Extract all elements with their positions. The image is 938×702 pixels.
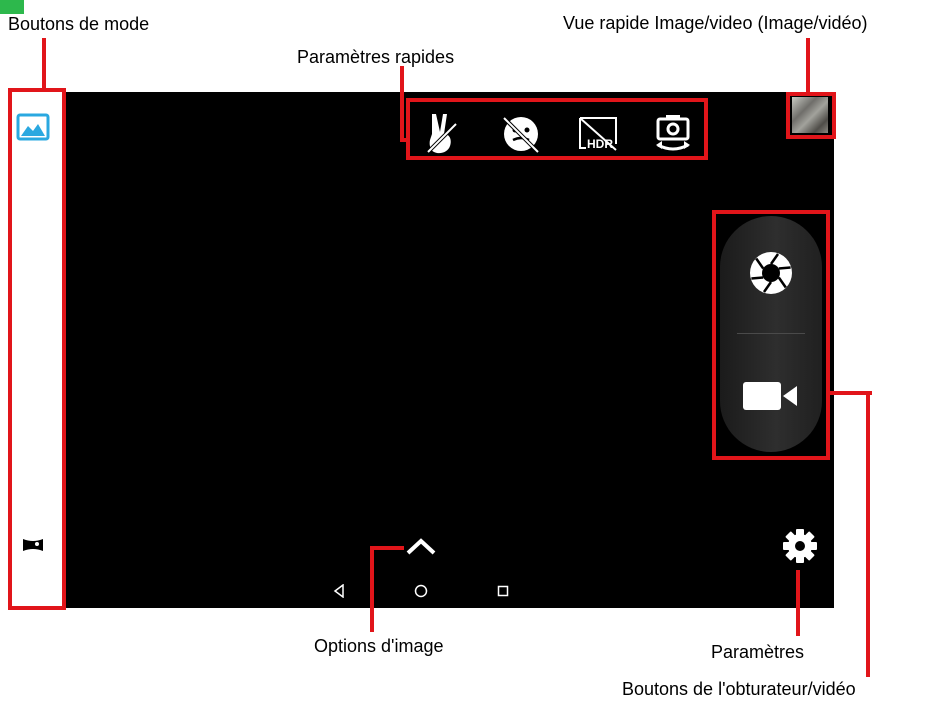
green-corner-decoration bbox=[0, 0, 24, 14]
annotation-box-quick-settings bbox=[406, 98, 708, 160]
annotation-line-image-options-v bbox=[370, 546, 374, 632]
chevron-up-icon[interactable] bbox=[404, 536, 438, 556]
annotation-line-shutter-video-v bbox=[866, 391, 870, 677]
back-icon[interactable] bbox=[333, 584, 345, 598]
gear-icon[interactable] bbox=[782, 528, 818, 564]
annotation-line-settings bbox=[796, 570, 800, 636]
label-mode-buttons: Boutons de mode bbox=[8, 14, 150, 34]
label-quick-view: Vue rapide Image/video (Image/vidéo) bbox=[563, 13, 868, 33]
annotation-line-quick-settings-v bbox=[400, 66, 404, 142]
label-shutter-video: Boutons de l'obturateur/vidéo bbox=[622, 679, 856, 699]
annotation-line-image-options-h bbox=[370, 546, 404, 550]
home-icon[interactable] bbox=[414, 584, 428, 598]
annotation-line-quick-settings-h bbox=[400, 138, 410, 142]
recents-icon[interactable] bbox=[497, 585, 509, 597]
label-quick-settings: Paramètres rapides bbox=[297, 47, 455, 67]
annotation-box-quick-view bbox=[786, 92, 836, 139]
annotation-box-mode-buttons bbox=[8, 88, 66, 610]
label-settings: Paramètres bbox=[711, 642, 805, 662]
annotation-line-quick-view bbox=[806, 38, 810, 94]
label-image-options: Options d'image bbox=[314, 636, 444, 656]
annotation-box-shutter-video bbox=[712, 210, 830, 460]
annotation-line-mode-buttons bbox=[42, 38, 46, 90]
